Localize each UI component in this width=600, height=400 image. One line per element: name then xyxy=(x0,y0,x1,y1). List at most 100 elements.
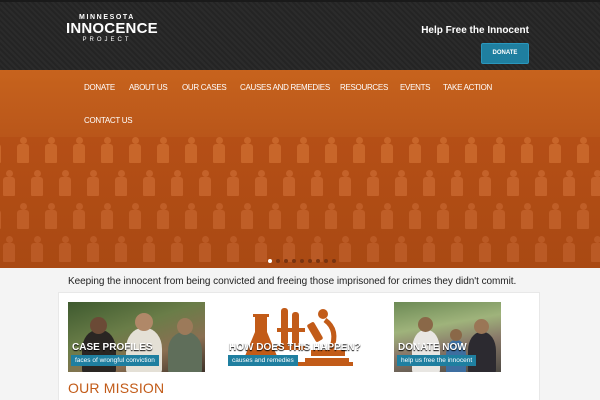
silhouette-figure xyxy=(534,170,548,196)
card-title: DONATE NOW xyxy=(398,342,467,353)
slider-dot[interactable] xyxy=(300,259,304,263)
silhouette-figure xyxy=(394,236,408,262)
silhouette-figure xyxy=(324,203,338,229)
silhouette-figure xyxy=(422,170,436,196)
silhouette-figure xyxy=(0,137,2,163)
silhouette-figure xyxy=(436,203,450,229)
silhouette-figure xyxy=(72,137,86,163)
header-donate-button[interactable]: DONATE xyxy=(481,43,529,64)
silhouette-figure xyxy=(380,137,394,163)
card-title: HOW DOES THIS HAPPEN? xyxy=(229,342,361,353)
silhouette-figure xyxy=(296,137,310,163)
slider-dot[interactable] xyxy=(284,259,288,263)
slider-dot[interactable] xyxy=(276,259,280,263)
silhouette-figure xyxy=(128,203,142,229)
silhouette-figure xyxy=(450,170,464,196)
slider-dot[interactable] xyxy=(308,259,312,263)
card-tag: help us free the innocent xyxy=(397,355,477,366)
nav-item-take-action[interactable]: TAKE ACTION xyxy=(443,83,492,92)
silhouette-figure xyxy=(436,137,450,163)
silhouette-figure xyxy=(170,170,184,196)
card-donate-now[interactable]: DONATE NOW help us free the innocent xyxy=(394,302,501,372)
silhouette-figure xyxy=(212,203,226,229)
silhouette-figure xyxy=(240,137,254,163)
nav-item-donate[interactable]: DONATE xyxy=(84,83,115,92)
silhouette-figure xyxy=(366,236,380,262)
silhouette-figure xyxy=(30,236,44,262)
nav-item-about-us[interactable]: ABOUT US xyxy=(129,83,168,92)
silhouette-figure xyxy=(506,236,520,262)
silhouette-figure xyxy=(128,137,142,163)
silhouette-figure xyxy=(86,236,100,262)
nav-item-resources[interactable]: RESOURCES xyxy=(340,83,388,92)
logo-line-2: INNOCENCE xyxy=(66,20,158,37)
silhouette-figure xyxy=(422,236,436,262)
silhouette-figure xyxy=(520,137,534,163)
site-logo[interactable]: MINNESOTA INNOCENCE PROJECT xyxy=(66,13,158,44)
nav-item-contact-us[interactable]: CONTACT US xyxy=(84,116,133,125)
nav-item-our-cases[interactable]: OUR CASES xyxy=(182,83,227,92)
silhouette-figure xyxy=(16,137,30,163)
silhouette-figure xyxy=(548,203,562,229)
silhouette-figure xyxy=(254,236,268,262)
silhouette-figure xyxy=(2,170,16,196)
silhouette-figure xyxy=(310,170,324,196)
silhouette-figure xyxy=(268,137,282,163)
card-tag: causes and remedies xyxy=(228,355,298,366)
silhouette-figure xyxy=(506,170,520,196)
logo-line-3: PROJECT xyxy=(82,37,132,43)
silhouette-figure xyxy=(100,137,114,163)
silhouette-figure xyxy=(58,236,72,262)
silhouette-figure xyxy=(464,203,478,229)
main-nav: DONATE ABOUT US OUR CASES CAUSES AND REM… xyxy=(0,70,600,137)
silhouette-figure xyxy=(254,170,268,196)
nav-item-causes-and-remedies[interactable]: CAUSES AND REMEDIES xyxy=(240,83,330,92)
silhouette-figure xyxy=(366,170,380,196)
silhouette-figure xyxy=(156,137,170,163)
silhouette-figure xyxy=(72,203,86,229)
card-how-does-this-happen[interactable]: HOW DOES THIS HAPPEN? causes and remedie… xyxy=(225,302,362,372)
card-case-profiles[interactable]: CASE PROFILES faces of wrongful convicti… xyxy=(68,302,205,372)
silhouette-figure xyxy=(492,137,506,163)
silhouette-figure xyxy=(170,236,184,262)
silhouette-figure xyxy=(352,137,366,163)
hero-slider[interactable] xyxy=(0,137,600,268)
silhouette-figure xyxy=(338,236,352,262)
silhouette-figure xyxy=(450,236,464,262)
silhouette-figure xyxy=(324,137,338,163)
silhouette-figure xyxy=(212,137,226,163)
slider-dot[interactable] xyxy=(316,259,320,263)
silhouette-figure xyxy=(226,170,240,196)
silhouette-figure xyxy=(352,203,366,229)
silhouette-figure xyxy=(338,170,352,196)
silhouette-figure xyxy=(44,137,58,163)
silhouette-figure xyxy=(142,236,156,262)
silhouette-figure xyxy=(114,170,128,196)
silhouette-figure xyxy=(156,203,170,229)
silhouette-figure xyxy=(492,203,506,229)
silhouette-figure xyxy=(58,170,72,196)
silhouette-figure xyxy=(478,236,492,262)
silhouette-figure xyxy=(590,170,600,196)
silhouette-figure xyxy=(408,203,422,229)
slider-dot[interactable] xyxy=(324,259,328,263)
section-heading-our-mission: OUR MISSION xyxy=(68,380,165,396)
silhouette-figure xyxy=(464,137,478,163)
mission-strip-text: Keeping the innocent from being convicte… xyxy=(68,276,517,287)
silhouette-figure xyxy=(198,236,212,262)
card-title: CASE PROFILES xyxy=(72,342,153,353)
silhouette-figure xyxy=(86,170,100,196)
silhouette-figure xyxy=(100,203,114,229)
silhouette-figure xyxy=(590,236,600,262)
silhouette-figure xyxy=(380,203,394,229)
nav-item-events[interactable]: EVENTS xyxy=(400,83,431,92)
silhouette-figure xyxy=(268,203,282,229)
slider-dot[interactable] xyxy=(268,259,272,263)
slider-dot[interactable] xyxy=(292,259,296,263)
silhouette-figure xyxy=(548,137,562,163)
silhouette-figure xyxy=(282,170,296,196)
header-tagline: Help Free the Innocent xyxy=(421,25,529,36)
silhouette-figure xyxy=(114,236,128,262)
slider-dot[interactable] xyxy=(332,259,336,263)
silhouette-figure xyxy=(44,203,58,229)
